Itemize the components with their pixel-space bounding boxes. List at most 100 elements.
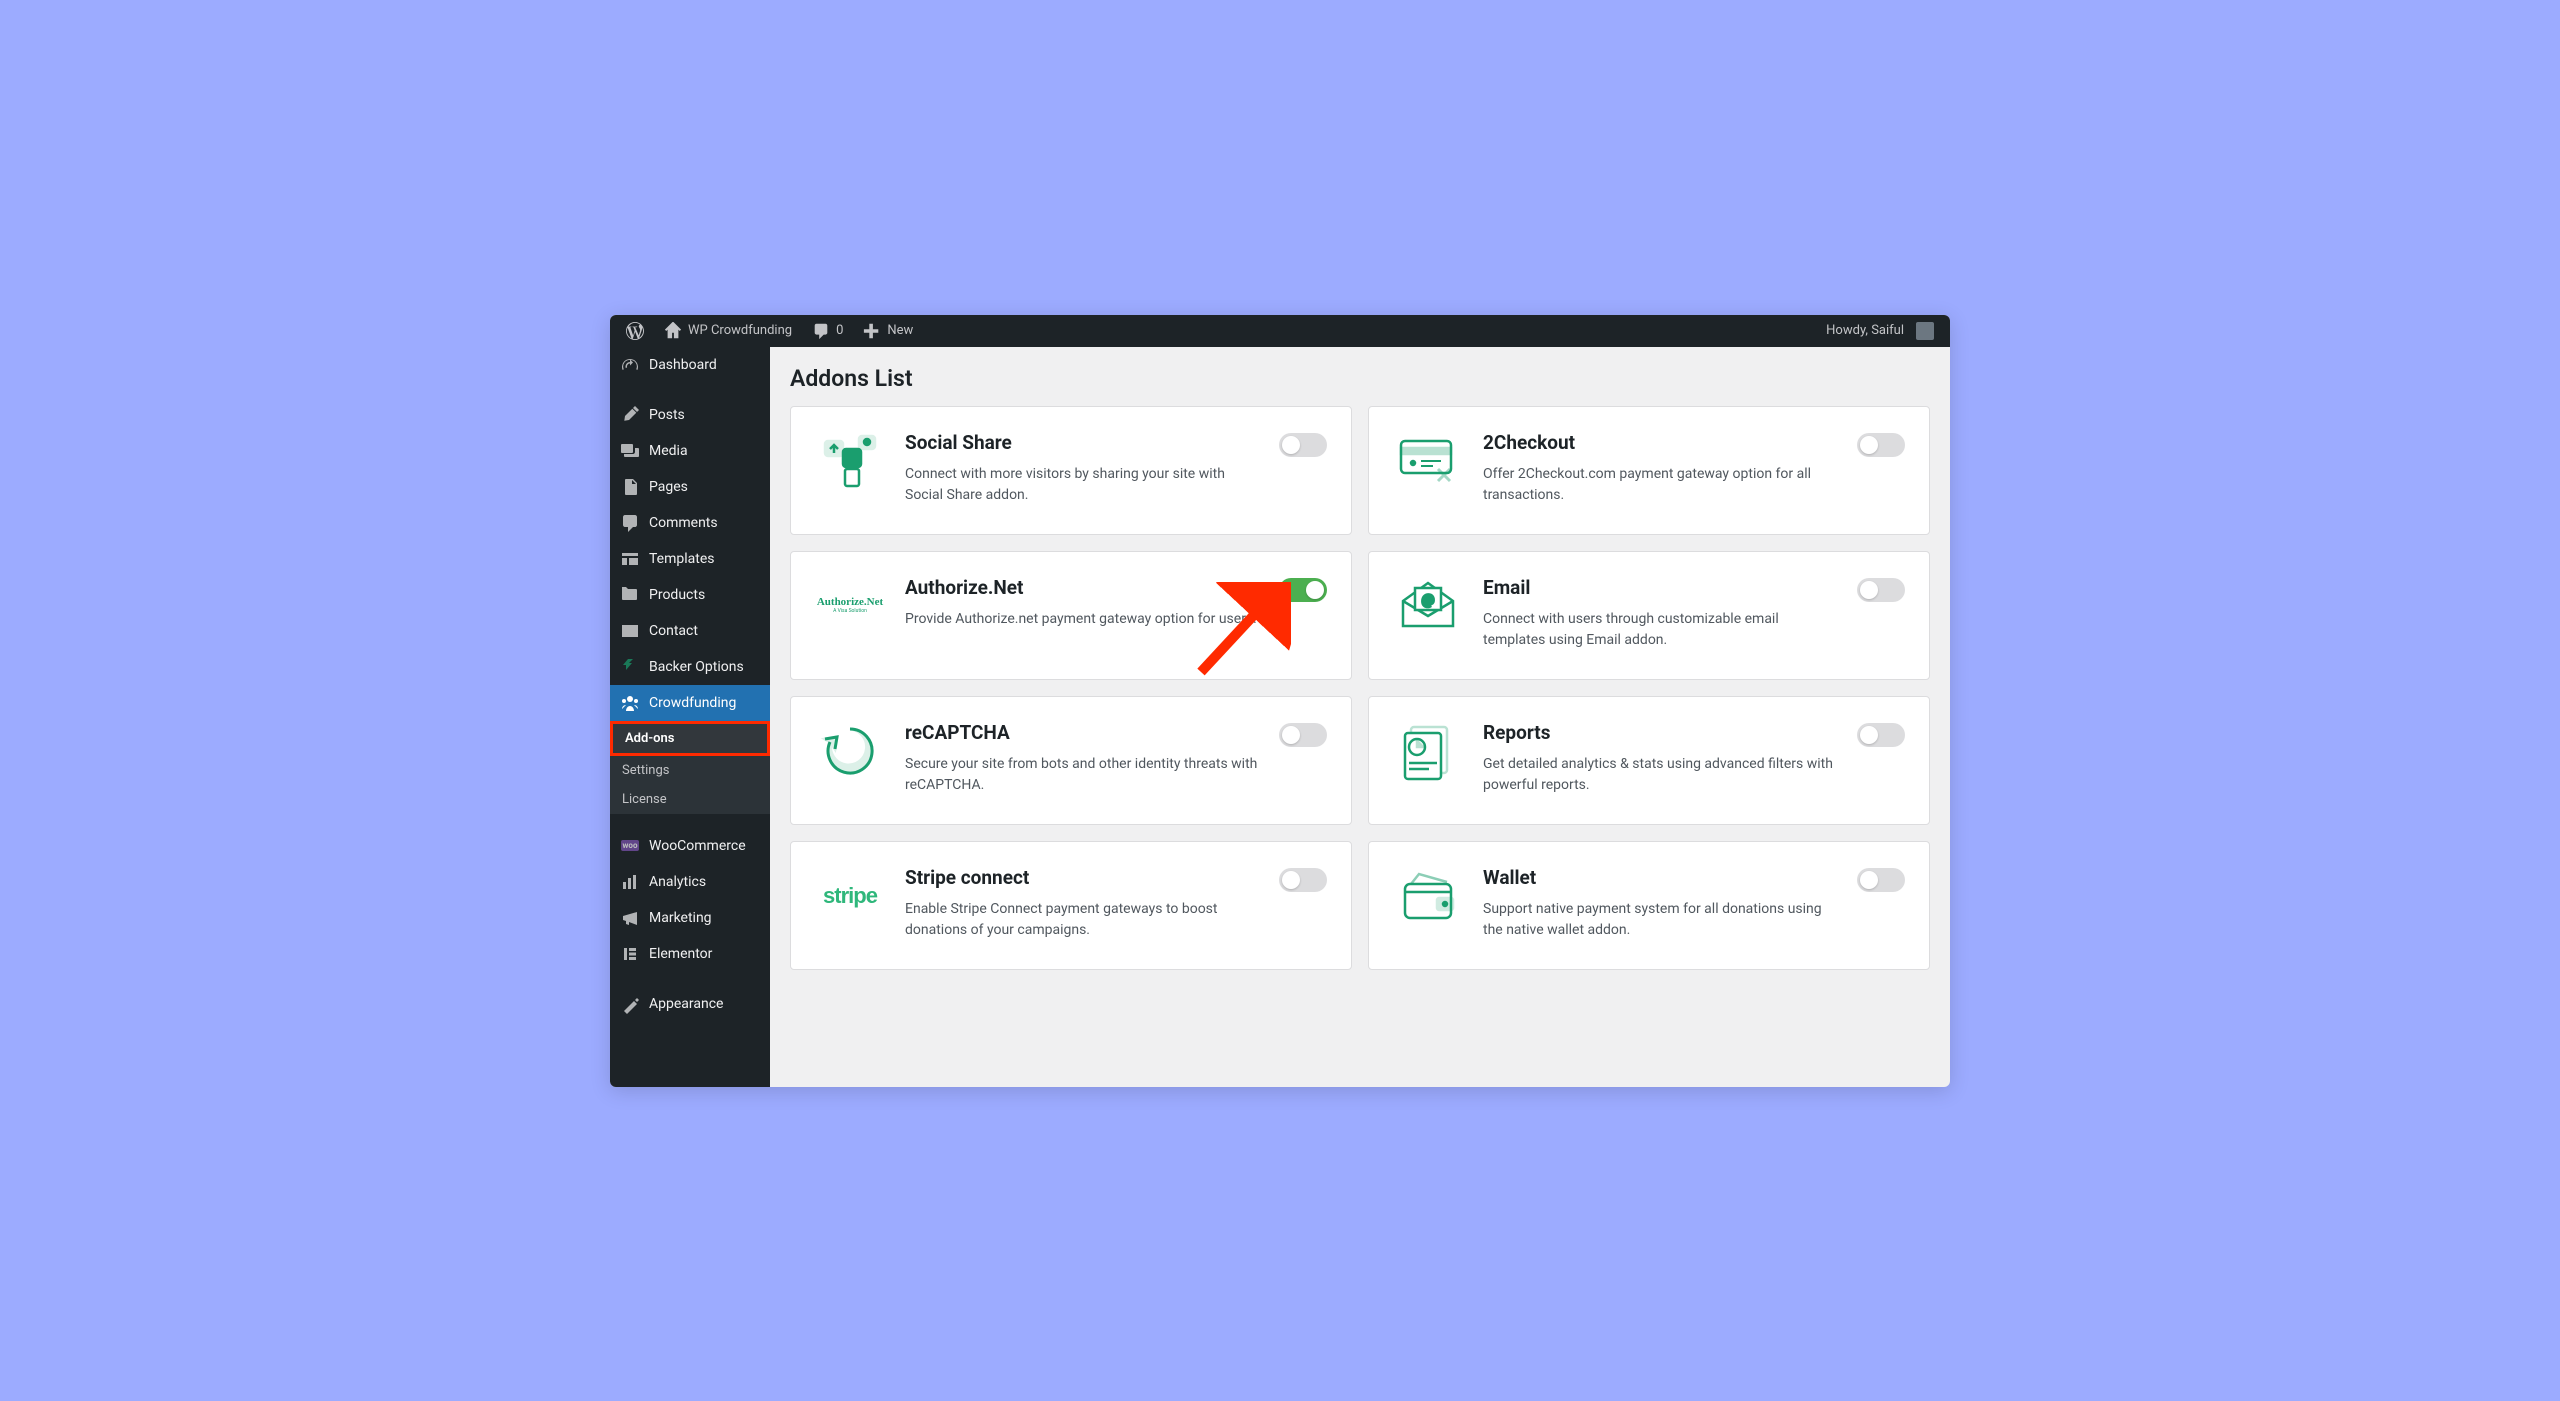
menu-label: Crowdfunding: [649, 695, 736, 711]
wallet-icon: [1393, 866, 1463, 926]
menu-label: Products: [649, 587, 705, 603]
menu-label: Templates: [649, 551, 715, 567]
addon-title: Email: [1483, 576, 1837, 599]
toggle-reports[interactable]: [1857, 723, 1905, 747]
stripe-icon: stripe: [815, 866, 885, 926]
avatar: [1916, 322, 1934, 340]
dashboard-icon: [620, 355, 640, 375]
site-title: WP Crowdfunding: [688, 323, 792, 338]
addon-card-social-share: f Social Share Connect with more visitor…: [790, 406, 1352, 535]
addon-desc: Provide Authorize.net payment gateway op…: [905, 609, 1259, 630]
menu-label: Media: [649, 443, 688, 459]
menu-label: Contact: [649, 623, 698, 639]
crowdfunding-submenu: Add-ons Settings License: [610, 721, 770, 814]
menu-analytics[interactable]: Analytics: [610, 864, 770, 900]
new-content-link[interactable]: New: [855, 315, 921, 347]
plus-icon: [863, 322, 881, 340]
submenu-addons[interactable]: Add-ons: [610, 721, 770, 756]
menu-label: Analytics: [649, 874, 706, 890]
addon-card-email: @ Email Connect with users through custo…: [1368, 551, 1930, 680]
addon-card-2checkout: 2Checkout Offer 2Checkout.com payment ga…: [1368, 406, 1930, 535]
menu-label: Marketing: [649, 910, 712, 926]
menu-woocommerce[interactable]: woo WooCommerce: [610, 828, 770, 864]
admin-menu: Dashboard Posts Media Pages Comments T: [610, 347, 770, 1087]
email-icon: @: [1393, 576, 1463, 636]
addon-title: 2Checkout: [1483, 431, 1837, 454]
page-icon: [620, 477, 640, 497]
svg-text:@: @: [1422, 592, 1435, 608]
menu-templates[interactable]: Templates: [610, 541, 770, 577]
menu-products[interactable]: Products: [610, 577, 770, 613]
menu-dashboard[interactable]: Dashboard: [610, 347, 770, 383]
comment-icon: [620, 513, 640, 533]
menu-label: WooCommerce: [649, 838, 746, 854]
howdy-text: Howdy, Saiful: [1826, 323, 1904, 338]
menu-posts[interactable]: Posts: [610, 397, 770, 433]
crowdfunding-icon: [620, 693, 640, 713]
menu-appearance[interactable]: Appearance: [610, 986, 770, 1022]
toggle-email[interactable]: [1857, 578, 1905, 602]
toggle-wallet[interactable]: [1857, 868, 1905, 892]
new-label: New: [887, 323, 913, 338]
menu-label: Pages: [649, 479, 688, 495]
social-share-icon: f: [815, 431, 885, 491]
addon-title: Reports: [1483, 721, 1837, 744]
menu-backer-options[interactable]: Backer Options: [610, 649, 770, 685]
addon-card-reports: Reports Get detailed analytics & stats u…: [1368, 696, 1930, 825]
addon-card-authorize-net: Authorize.Net A Visa Solution Authorize.…: [790, 551, 1352, 680]
wordpress-admin-window: WP Crowdfunding 0 New Howdy, Saiful: [610, 315, 1950, 1087]
backer-icon: [620, 657, 640, 677]
toggle-recaptcha[interactable]: [1279, 723, 1327, 747]
recaptcha-icon: [815, 721, 885, 781]
wordpress-icon: [626, 322, 644, 340]
menu-label: Dashboard: [649, 357, 717, 373]
menu-comments[interactable]: Comments: [610, 505, 770, 541]
menu-marketing[interactable]: Marketing: [610, 900, 770, 936]
addon-desc: Offer 2Checkout.com payment gateway opti…: [1483, 464, 1837, 506]
menu-contact[interactable]: Contact: [610, 613, 770, 649]
appearance-icon: [620, 994, 640, 1014]
main-content: Addons List f Social Share Connect with …: [770, 347, 1950, 1087]
toggle-2checkout[interactable]: [1857, 433, 1905, 457]
submenu-license[interactable]: License: [610, 785, 770, 814]
addon-desc: Connect with more visitors by sharing yo…: [905, 464, 1259, 506]
site-link[interactable]: WP Crowdfunding: [656, 315, 800, 347]
products-icon: [620, 585, 640, 605]
menu-label: Backer Options: [649, 659, 744, 675]
comments-count: 0: [836, 323, 843, 338]
wp-logo[interactable]: [618, 315, 652, 347]
menu-label: Posts: [649, 407, 685, 423]
authorize-net-icon: Authorize.Net A Visa Solution: [815, 576, 885, 636]
marketing-icon: [620, 908, 640, 928]
reports-icon: [1393, 721, 1463, 781]
addon-card-recaptcha: reCAPTCHA Secure your site from bots and…: [790, 696, 1352, 825]
toggle-authorize-net[interactable]: [1279, 578, 1327, 602]
addon-title: Stripe connect: [905, 866, 1259, 889]
analytics-icon: [620, 872, 640, 892]
menu-elementor[interactable]: Elementor: [610, 936, 770, 972]
admin-bar: WP Crowdfunding 0 New Howdy, Saiful: [610, 315, 1950, 347]
pin-icon: [620, 405, 640, 425]
menu-label: Comments: [649, 515, 718, 531]
addon-title: Authorize.Net: [905, 576, 1259, 599]
account-link[interactable]: Howdy, Saiful: [1818, 315, 1942, 347]
media-icon: [620, 441, 640, 461]
submenu-settings[interactable]: Settings: [610, 756, 770, 785]
addon-title: reCAPTCHA: [905, 721, 1259, 744]
menu-label: Elementor: [649, 946, 712, 962]
toggle-social-share[interactable]: [1279, 433, 1327, 457]
comments-link[interactable]: 0: [804, 315, 851, 347]
menu-crowdfunding[interactable]: Crowdfunding: [610, 685, 770, 721]
elementor-icon: [620, 944, 640, 964]
menu-media[interactable]: Media: [610, 433, 770, 469]
home-icon: [664, 322, 682, 340]
addons-grid: f Social Share Connect with more visitor…: [790, 406, 1930, 970]
addon-title: Social Share: [905, 431, 1259, 454]
menu-label: Appearance: [649, 996, 723, 1012]
addon-card-stripe: stripe Stripe connect Enable Stripe Conn…: [790, 841, 1352, 970]
toggle-stripe[interactable]: [1279, 868, 1327, 892]
svg-text:f: f: [850, 450, 855, 464]
addon-desc: Secure your site from bots and other ide…: [905, 754, 1259, 796]
menu-pages[interactable]: Pages: [610, 469, 770, 505]
contact-icon: [620, 621, 640, 641]
